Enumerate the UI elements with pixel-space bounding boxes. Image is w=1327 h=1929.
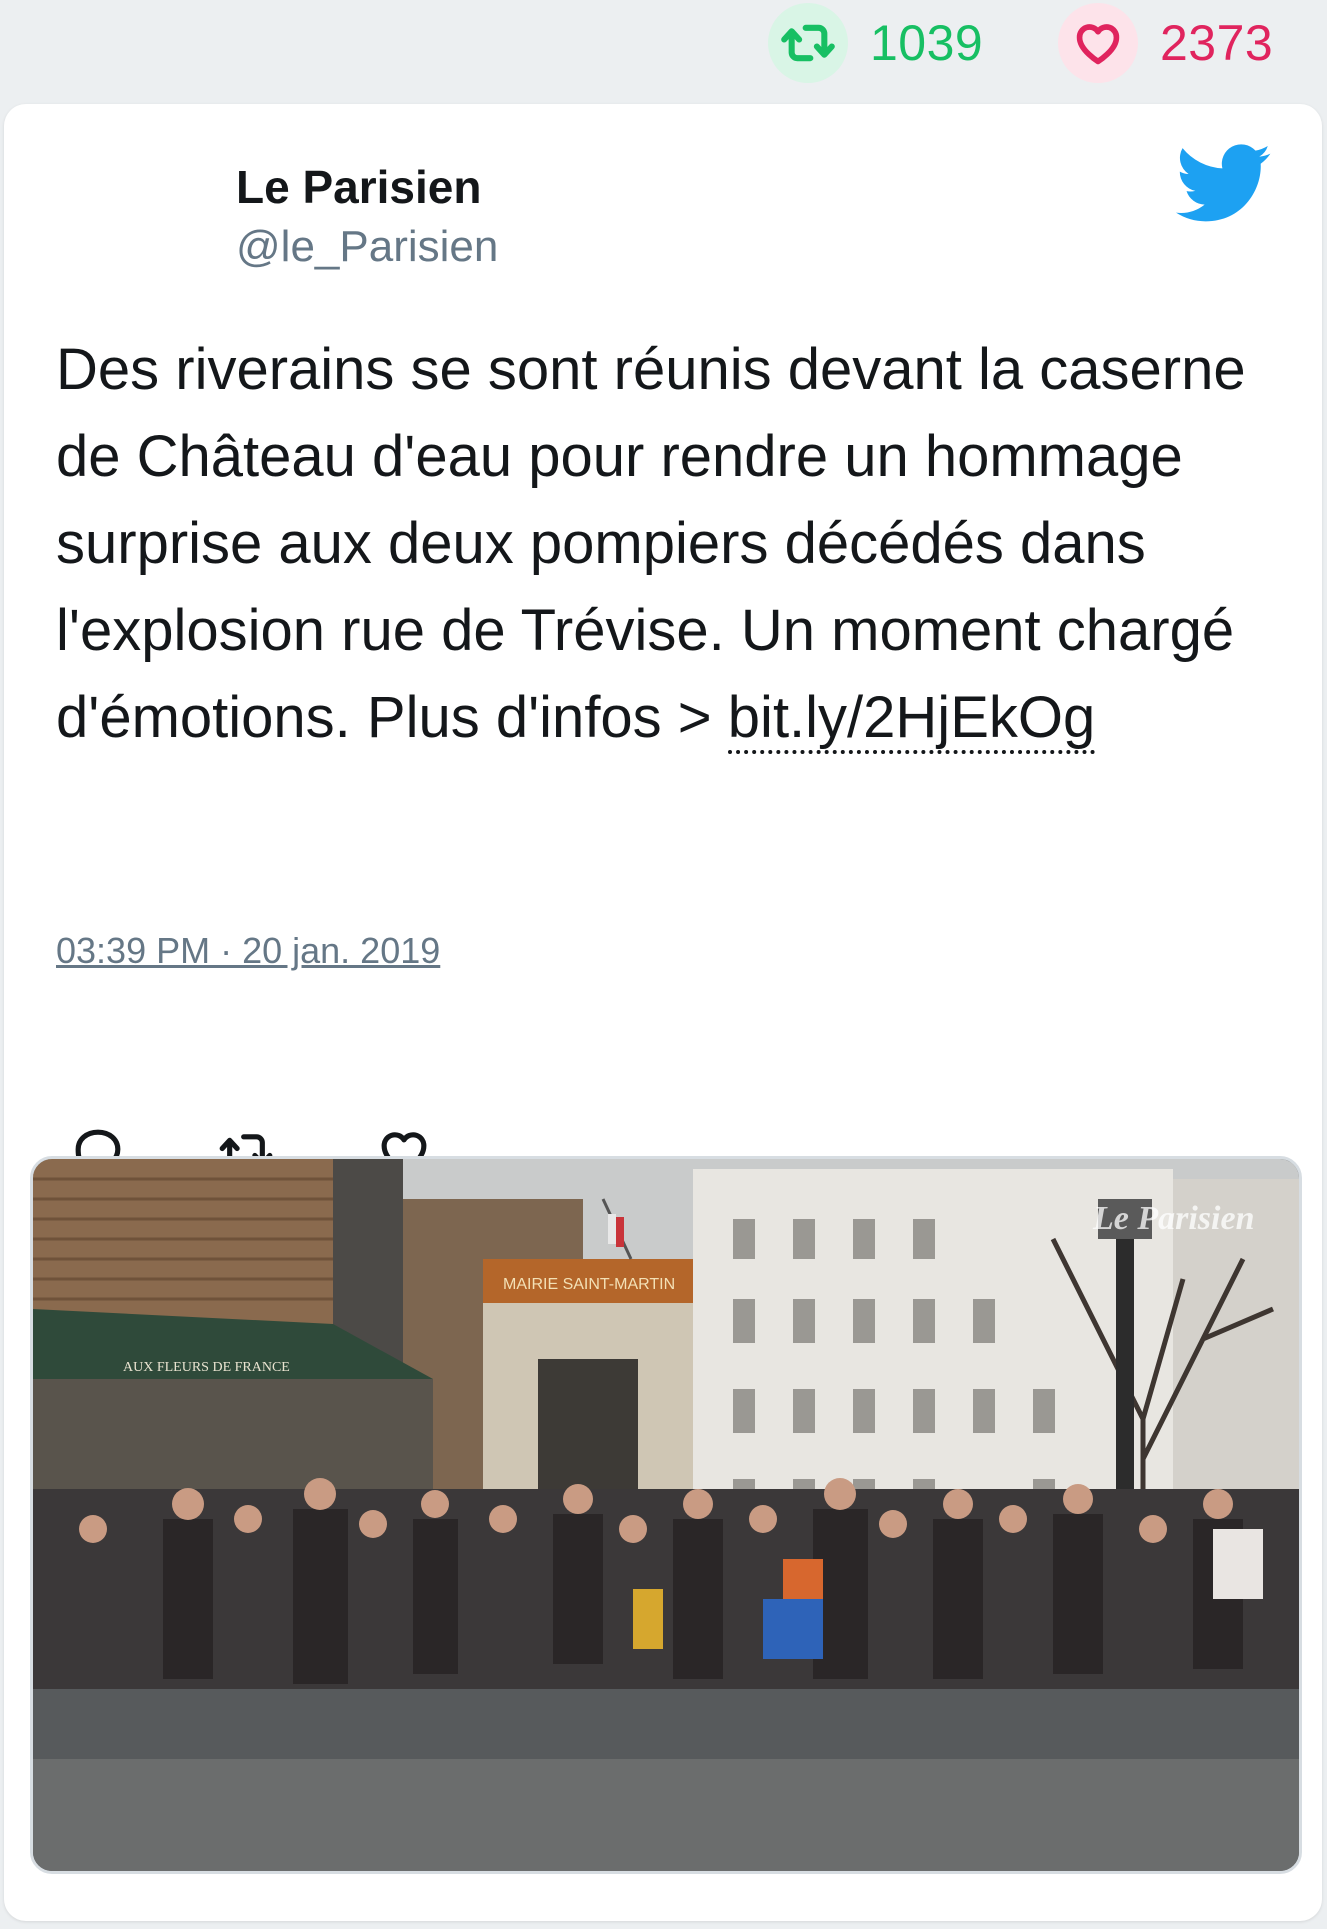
heart-icon[interactable] [1058,3,1138,83]
media-watermark: Le Parisien [1092,1200,1254,1237]
avatar[interactable] [56,154,176,274]
like-stat[interactable]: 2373 [1058,3,1274,83]
tweet-timestamp[interactable]: 03:39 PM · 20 jan. 2019 [56,930,440,972]
tweet-link[interactable]: bit.ly/2HjEkOg [727,685,1096,754]
tweet-media-video[interactable]: MAIRIE SAINT-MARTIN AUX FLEURS DE FRANCE… [30,1156,1302,1874]
engagement-stats-bar: 1039 2373 [0,0,1327,100]
retweet-stat[interactable]: 1039 [768,3,984,83]
author-name[interactable]: Le Parisien [236,160,481,214]
like-count: 2373 [1160,15,1274,71]
station-sign: MAIRIE SAINT-MARTIN [503,1276,675,1293]
crowd-photo: MAIRIE SAINT-MARTIN AUX FLEURS DE FRANCE… [33,1159,1299,1871]
tweet-text: Des riverains se sont réunis devant la c… [56,326,1286,761]
retweet-icon[interactable] [768,3,848,83]
tweet-card: Le Parisien @le_Parisien Des riverains s… [4,104,1322,1921]
awning-text: AUX FLEURS DE FRANCE [123,1360,290,1375]
retweet-count: 1039 [870,15,984,71]
author-handle[interactable]: @le_Parisien [236,222,498,272]
twitter-bird-icon[interactable] [1174,144,1274,224]
